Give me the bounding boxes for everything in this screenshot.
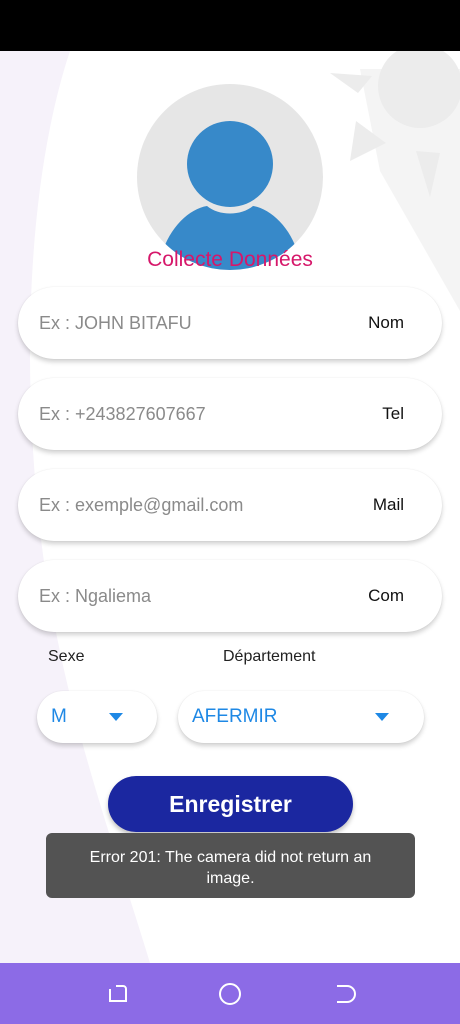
back-icon[interactable]: [330, 981, 356, 1007]
dropdown-arrow-icon: [375, 713, 389, 721]
name-input[interactable]: [39, 287, 339, 359]
email-input[interactable]: [39, 469, 339, 541]
save-button[interactable]: Enregistrer: [108, 776, 353, 832]
phone-input[interactable]: [39, 378, 339, 450]
email-suffix-label: Mail: [372, 495, 404, 514]
error-toast: Error 201: The camera did not return an …: [46, 833, 415, 898]
commune-input[interactable]: [39, 560, 339, 632]
sexe-dropdown[interactable]: M: [37, 691, 157, 743]
name-field[interactable]: Nom: [18, 287, 442, 359]
phone-field[interactable]: Tel: [18, 378, 442, 450]
sexe-label: Sexe: [48, 648, 85, 665]
commune-suffix-label: Com: [368, 586, 404, 605]
avatar[interactable]: [137, 84, 323, 270]
sexe-selected-value: M: [51, 706, 67, 727]
app-screen: Collecte Données Nom Tel Mail Com Sexe D…: [0, 51, 460, 963]
status-bar: [0, 0, 460, 51]
name-suffix-label: Nom: [368, 313, 404, 332]
departement-dropdown[interactable]: AFERMIR: [178, 691, 424, 743]
dropdown-arrow-icon: [109, 713, 123, 721]
email-field[interactable]: Mail: [18, 469, 442, 541]
departement-selected-value: AFERMIR: [192, 706, 278, 727]
app-title: Collecte Données: [147, 248, 313, 271]
home-icon[interactable]: [217, 981, 243, 1007]
commune-field[interactable]: Com: [18, 560, 442, 632]
system-nav-bar: [0, 963, 460, 1024]
phone-suffix-label: Tel: [382, 404, 404, 423]
recent-apps-icon[interactable]: [105, 981, 131, 1007]
user-icon: [159, 121, 301, 270]
departement-label: Département: [223, 648, 316, 665]
